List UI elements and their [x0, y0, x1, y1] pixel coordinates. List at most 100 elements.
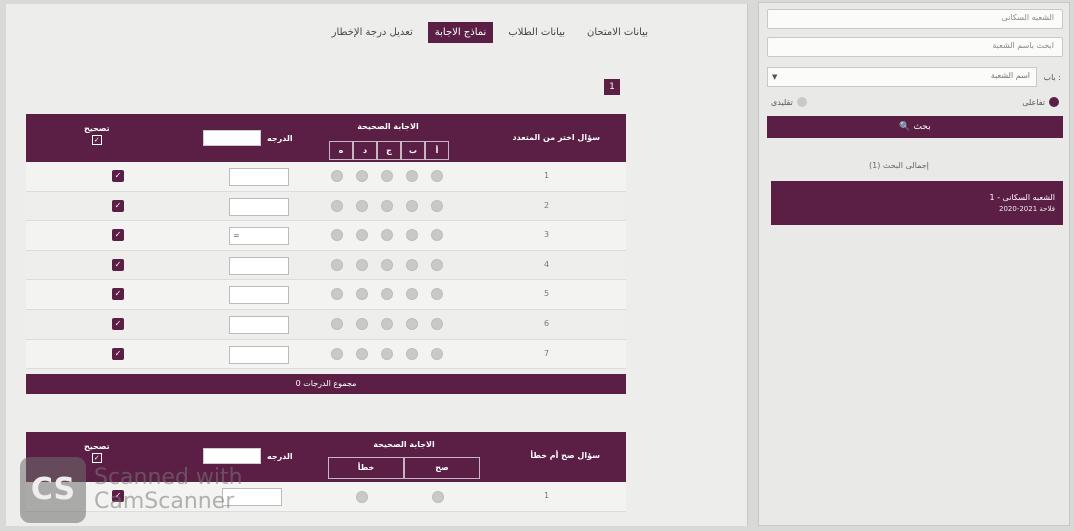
option-radio[interactable]: [331, 347, 343, 360]
result-item[interactable]: 1 - الشعبه السكانى 2020-2021 فلاحة: [771, 181, 1063, 225]
mcq-table: سؤال اختر من المتعدد الاجابة الصحيحة ه د…: [26, 114, 626, 370]
option-radio[interactable]: [406, 288, 418, 301]
option-radio[interactable]: [381, 288, 393, 301]
row-number: 1: [544, 171, 550, 180]
option-radio[interactable]: [431, 288, 443, 301]
option-true-header: صح: [404, 457, 480, 479]
result-title: 1 - الشعبه السكانى: [989, 193, 1055, 202]
tab-students-data[interactable]: بيانات الطلاب: [501, 22, 572, 43]
option-radio[interactable]: [331, 258, 343, 271]
false-radio[interactable]: [356, 491, 368, 503]
option-radio[interactable]: [381, 258, 393, 271]
answer-options: [331, 258, 443, 271]
option-header: ب: [401, 141, 425, 160]
tf-options-header: خطأ صح: [328, 457, 480, 479]
option-radio[interactable]: [381, 170, 393, 182]
grade-input[interactable]: =: [229, 227, 289, 246]
branch-label: باب :: [1043, 73, 1061, 82]
fix-checkbox[interactable]: ✓: [112, 170, 124, 182]
answer-options: [331, 199, 443, 212]
fix-checkbox[interactable]: ✓: [112, 258, 124, 271]
search-division-field[interactable]: ابحث باسم الشعبة: [767, 37, 1063, 57]
fix-checkbox[interactable]: ✓: [112, 229, 124, 242]
grade-input[interactable]: [229, 315, 289, 334]
tabs-bar: بيانات الامتحان بيانات الطلاب نماذج الاج…: [325, 22, 655, 43]
option-radio[interactable]: [431, 229, 443, 242]
radio-interactive[interactable]: تفاعلى: [1022, 97, 1059, 107]
option-radio[interactable]: [431, 347, 443, 360]
option-radio[interactable]: [406, 199, 418, 212]
option-radio[interactable]: [356, 229, 368, 242]
option-radio[interactable]: [356, 170, 368, 182]
tab-edit-grade[interactable]: تعديل درجة الإخطار: [325, 22, 420, 43]
option-radio[interactable]: [331, 229, 343, 242]
page-number[interactable]: 1: [604, 79, 620, 95]
table-row: 5 ✓: [26, 280, 626, 310]
fix-checkbox[interactable]: ✓: [112, 317, 124, 330]
fix-checkbox[interactable]: ✓: [112, 199, 124, 212]
watermark-text: Scanned with CamScanner: [94, 466, 243, 514]
option-radio[interactable]: [406, 347, 418, 360]
option-radio[interactable]: [431, 258, 443, 271]
option-radio[interactable]: [406, 258, 418, 271]
total-grades-bar: مجموع الدرجات 0: [26, 374, 626, 394]
option-radio[interactable]: [331, 170, 343, 182]
tf-fix-label: تصحيح: [84, 442, 110, 451]
option-radio[interactable]: [356, 317, 368, 330]
division-field[interactable]: الشعبه السكانى: [767, 9, 1063, 29]
option-false-header: خطأ: [328, 457, 404, 479]
grade-input[interactable]: [229, 286, 289, 305]
option-radio[interactable]: [431, 170, 443, 182]
option-radio[interactable]: [356, 258, 368, 271]
option-radio[interactable]: [331, 199, 343, 212]
radio-traditional[interactable]: تقليدى: [771, 97, 807, 107]
main-panel: بيانات الامتحان بيانات الطلاب نماذج الاج…: [6, 4, 748, 526]
option-radio[interactable]: [431, 317, 443, 330]
option-radio[interactable]: [381, 199, 393, 212]
watermark-line1: Scanned with: [94, 465, 243, 490]
radio-unchecked-icon: [796, 97, 807, 107]
tab-answer-models[interactable]: نماذج الاجابة: [427, 22, 494, 43]
grade-input[interactable]: [229, 168, 289, 186]
answer-options: [331, 347, 443, 360]
answer-options: [331, 317, 443, 330]
option-radio[interactable]: [356, 199, 368, 212]
option-header: د: [353, 141, 377, 160]
grade-all-input[interactable]: [203, 130, 261, 146]
radio-checked-icon: [1049, 97, 1059, 107]
option-radio[interactable]: [431, 199, 443, 212]
option-radio[interactable]: [406, 229, 418, 242]
fix-header: تصحيح ✓: [84, 124, 110, 145]
answer-options: [331, 288, 443, 301]
grade-input[interactable]: [229, 197, 289, 216]
chevron-down-icon: ▼: [772, 73, 778, 81]
grade-input[interactable]: [229, 256, 289, 275]
option-radio[interactable]: [331, 317, 343, 330]
tab-exam-data[interactable]: بيانات الامتحان: [580, 22, 655, 43]
branch-select[interactable]: ▼ اسم الشعبة: [767, 67, 1037, 87]
option-radio[interactable]: [406, 317, 418, 330]
option-header: ج: [377, 141, 401, 160]
option-radio[interactable]: [381, 229, 393, 242]
fix-all-checkbox[interactable]: ✓: [91, 135, 102, 145]
correct-answer-label: الاجابة الصحيحة: [357, 122, 419, 131]
fix-checkbox[interactable]: ✓: [112, 288, 124, 301]
option-radio[interactable]: [406, 170, 418, 182]
camscanner-logo: CS: [20, 457, 86, 523]
table-row: 6 ✓: [26, 309, 626, 340]
tf-correct-answer-label: الاجابة الصحيحة: [373, 440, 435, 449]
option-radio[interactable]: [381, 347, 393, 360]
fix-checkbox[interactable]: ✓: [112, 347, 124, 360]
option-radio[interactable]: [356, 347, 368, 360]
row-number: 6: [544, 318, 550, 328]
option-header: أ: [425, 141, 449, 160]
row-number: 4: [544, 259, 550, 269]
table-row: 3 = ✓: [26, 221, 626, 251]
true-radio[interactable]: [432, 491, 444, 503]
option-radio[interactable]: [331, 288, 343, 301]
option-radio[interactable]: [356, 288, 368, 301]
grade-input[interactable]: [229, 345, 289, 364]
search-button[interactable]: 🔍 بحث: [767, 116, 1063, 138]
watermark-line2: CamScanner: [94, 489, 235, 514]
option-radio[interactable]: [381, 317, 393, 330]
